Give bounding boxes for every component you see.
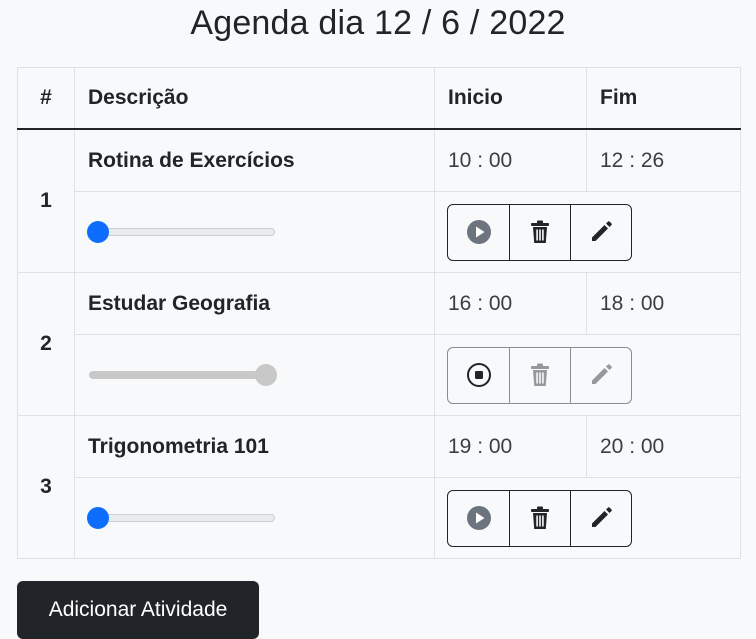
trash-icon — [531, 506, 549, 529]
header-descricao: Descrição — [74, 67, 435, 130]
play-icon — [466, 220, 491, 244]
table-row-controls — [18, 334, 741, 416]
trash-icon — [531, 220, 549, 243]
progress-slider[interactable] — [87, 364, 277, 386]
edit-button[interactable] — [570, 490, 631, 546]
page-title: Agenda dia 12 / 6 / 2022 — [190, 4, 566, 42]
action-button-group — [447, 203, 632, 261]
trash-icon — [531, 363, 549, 386]
header-inicio: Inicio — [434, 67, 587, 130]
slider-thumb[interactable] — [87, 221, 109, 243]
pencil-icon — [592, 507, 612, 527]
slider-track — [89, 514, 275, 522]
pencil-icon — [592, 364, 612, 384]
header-num: # — [17, 67, 75, 130]
agenda-table: # Descrição Inicio Fim 1 Rotina de Exerc… — [17, 67, 741, 559]
slider-track — [89, 228, 275, 236]
slider-thumb[interactable] — [87, 507, 109, 529]
progress-cell — [74, 191, 435, 273]
row-number: 3 — [17, 415, 75, 559]
progress-slider[interactable] — [87, 221, 277, 243]
actions-cell — [434, 191, 741, 273]
activity-description: Trigonometria 101 — [74, 415, 435, 478]
slider-track — [89, 371, 275, 379]
activity-description: Rotina de Exercícios — [74, 128, 435, 192]
end-time: 18 : 00 — [586, 272, 741, 335]
delete-button[interactable] — [509, 347, 570, 403]
delete-button[interactable] — [509, 204, 570, 260]
play-icon — [466, 506, 491, 530]
pencil-icon — [592, 221, 612, 241]
progress-slider[interactable] — [87, 507, 277, 529]
row-number: 1 — [17, 128, 75, 273]
activity-description: Estudar Geografia — [74, 272, 435, 335]
play-button[interactable] — [448, 491, 509, 546]
stop-button[interactable] — [448, 348, 509, 403]
play-button[interactable] — [448, 205, 509, 260]
table-row: 2 Estudar Geografia 16 : 00 18 : 00 — [17, 272, 741, 416]
start-time: 19 : 00 — [434, 415, 587, 478]
edit-button[interactable] — [570, 347, 631, 403]
table-header-row: # Descrição Inicio Fim — [17, 67, 741, 130]
edit-button[interactable] — [570, 204, 631, 260]
table-row: 1 Rotina de Exercícios 10 : 00 12 : 26 — [17, 128, 741, 273]
start-time: 10 : 00 — [434, 128, 587, 192]
progress-cell — [74, 477, 435, 559]
end-time: 12 : 26 — [586, 128, 741, 192]
add-activity-button[interactable]: Adicionar Atividade — [17, 581, 259, 639]
end-time: 20 : 00 — [586, 415, 741, 478]
start-time: 16 : 00 — [434, 272, 587, 335]
action-button-group — [447, 489, 632, 547]
actions-cell — [434, 334, 741, 416]
action-button-group — [447, 346, 632, 404]
delete-button[interactable] — [509, 490, 570, 546]
table-row: 3 Trigonometria 101 19 : 00 20 : 00 — [17, 415, 741, 559]
actions-cell — [434, 477, 741, 559]
table-row-controls — [18, 477, 741, 559]
progress-cell — [74, 334, 435, 416]
slider-thumb[interactable] — [255, 364, 277, 386]
table-row-controls — [18, 191, 741, 273]
row-number: 2 — [17, 272, 75, 416]
stop-icon — [466, 363, 491, 387]
header-fim: Fim — [586, 67, 741, 130]
